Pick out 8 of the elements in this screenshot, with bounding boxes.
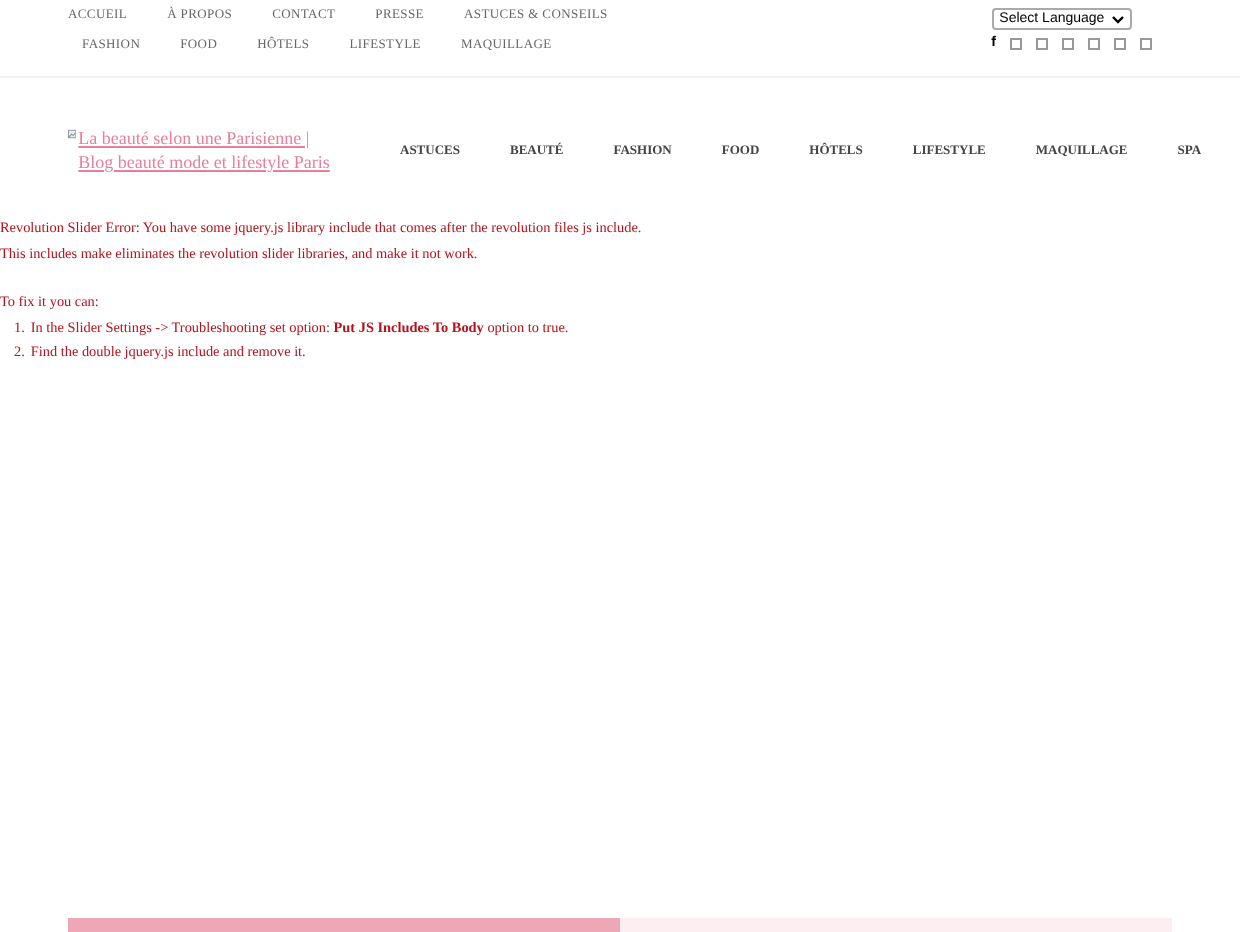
missing-glyph-icon[interactable] (1010, 37, 1022, 49)
missing-glyph-icon[interactable] (1114, 37, 1126, 49)
missing-glyph-icon[interactable] (1140, 37, 1152, 49)
missing-glyph-icon[interactable] (1062, 37, 1074, 49)
missing-glyph-icon[interactable] (1088, 37, 1100, 49)
missing-glyph-icon[interactable] (1036, 37, 1048, 49)
broken-image-icon (68, 126, 77, 142)
chevron-down-icon (1111, 15, 1124, 23)
